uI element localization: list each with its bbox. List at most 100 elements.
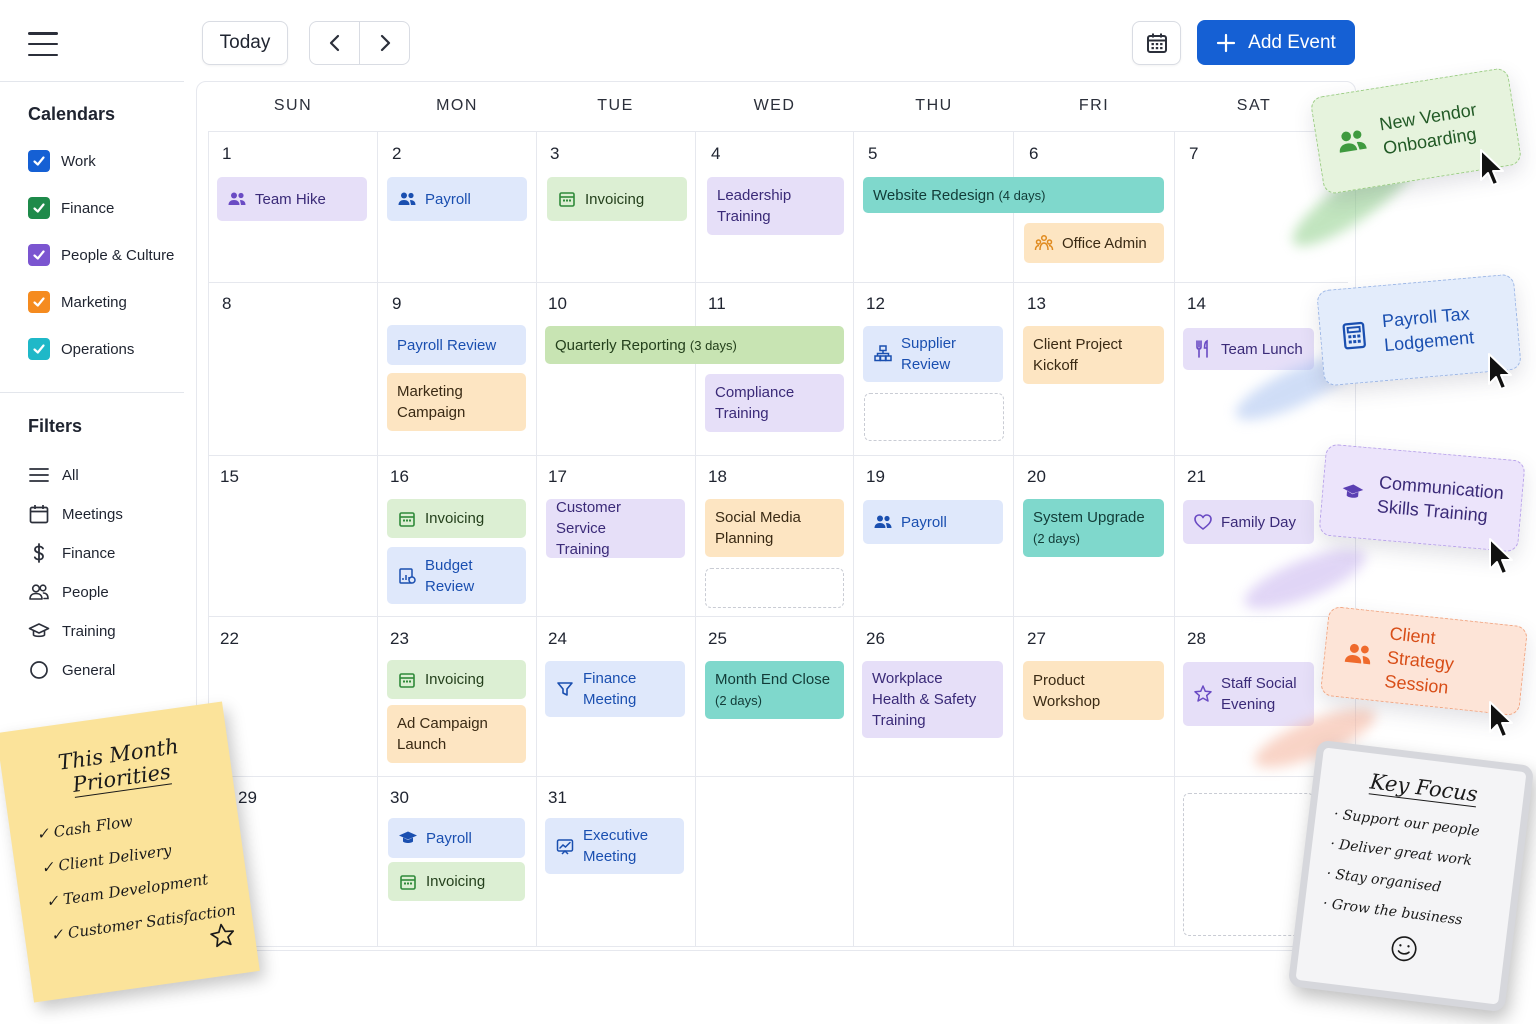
event-payroll[interactable]: Payroll [863, 500, 1003, 544]
focus-title-text: Key Focus [1368, 769, 1479, 808]
mouse-pointer-icon [1489, 701, 1513, 738]
floating-card-text: Payroll Tax Lodgement [1381, 301, 1475, 357]
day-number: 21 [1187, 467, 1206, 486]
graduation-cap-icon [399, 831, 417, 843]
event-website-redesign[interactable]: Website Redesign (4 days) [863, 177, 1164, 213]
event-workplace-health-safety-training[interactable]: Workplace Health & Safety Training [862, 661, 1003, 738]
filter-label: Finance [62, 544, 116, 562]
hamburger-menu-icon[interactable] [28, 32, 58, 56]
floating-card-text: New Vendor Onboarding [1378, 97, 1482, 160]
grid-line [377, 132, 378, 946]
event-customer-service-training[interactable]: Customer Service Training [546, 499, 685, 558]
day-number: 13 [1027, 294, 1046, 313]
calendar-toggle-marketing[interactable]: Marketing [28, 291, 127, 313]
checkbox-checked-icon [28, 150, 50, 172]
day-number: 10 [548, 294, 567, 313]
day-number: 7 [1189, 144, 1199, 163]
day-number: 28 [1187, 629, 1206, 648]
mouse-pointer-icon [1480, 149, 1504, 186]
event-product-workshop[interactable]: Product Workshop [1023, 661, 1164, 720]
calendar-toggle-people-culture[interactable]: People & Culture [28, 244, 174, 266]
event-title-block: Finance Meeting [583, 668, 636, 710]
grid-line [695, 132, 696, 946]
day-number: 1 [222, 144, 232, 163]
event-budget-review[interactable]: Budget Review [387, 547, 526, 604]
calendar-toggle-operations[interactable]: Operations [28, 338, 134, 360]
empty-event-slot[interactable] [705, 568, 844, 608]
event-title-line: Leadership [717, 187, 792, 204]
event-title-line: Compliance [715, 384, 795, 401]
weekday-header: WED [753, 97, 796, 114]
people-icon [29, 584, 49, 600]
event-ad-campaign-launch[interactable]: Ad Campaign Launch [387, 705, 526, 763]
event-quarterly-reporting[interactable]: Quarterly Reporting (3 days) [545, 326, 844, 364]
today-button[interactable]: Today [202, 21, 288, 65]
day-number: 18 [708, 467, 727, 486]
filter-training[interactable]: Training [28, 620, 116, 642]
filter-all[interactable]: All [28, 464, 79, 486]
event-finance-meeting[interactable]: Finance Meeting [545, 661, 685, 717]
day-number: 26 [866, 629, 885, 648]
event-title-line: Health & Safety [872, 691, 977, 708]
event-title-block: Supplier Review [901, 333, 956, 375]
event-marketing-campaign[interactable]: Marketing Campaign [387, 373, 526, 431]
event-duration: (2 days) [715, 693, 762, 708]
star-icon [210, 923, 235, 948]
event-leadership-training[interactable]: Leadership Training [707, 177, 844, 235]
graduation-cap-icon [28, 623, 50, 638]
month-navigation [309, 21, 410, 65]
event-payroll-review[interactable]: Payroll Review [387, 325, 526, 365]
filter-general[interactable]: General [28, 659, 115, 681]
filter-finance[interactable]: Finance [28, 542, 115, 564]
event-month-end-close[interactable]: Month End Close (2 days) [705, 661, 844, 719]
event-title: Payroll Review [397, 336, 497, 354]
day-number: 31 [548, 788, 567, 807]
event-system-upgrade[interactable]: System Upgrade (2 days) [1023, 499, 1164, 557]
event-team-hike[interactable]: Team Hike [217, 177, 367, 221]
calendar-picker-button[interactable] [1132, 21, 1181, 65]
event-client-project-kickoff[interactable]: Client Project Kickoff [1023, 326, 1164, 384]
star-icon [1194, 685, 1212, 702]
day-number: 12 [866, 294, 885, 313]
invoice-calendar-icon [400, 874, 416, 890]
people-icon [1339, 130, 1367, 153]
event-social-media-planning[interactable]: Social Media Planning [705, 499, 844, 557]
event-duration: (3 days) [689, 337, 737, 353]
event-invoicing[interactable]: Invoicing [547, 177, 687, 221]
day-number: 2 [392, 144, 402, 163]
event-family-day[interactable]: Family Day [1183, 500, 1314, 544]
calendar-toggle-finance[interactable]: Finance [28, 197, 114, 219]
filter-meetings[interactable]: Meetings [28, 503, 123, 525]
grid-line [208, 131, 1348, 132]
event-payroll[interactable]: Payroll [387, 177, 527, 221]
calendar-toggle-work[interactable]: Work [28, 150, 96, 172]
event-title-line: Campaign [397, 404, 466, 421]
add-event-button[interactable]: Add Event [1197, 20, 1355, 65]
calendar-label: Operations [61, 340, 135, 358]
event-title-line: Ad Campaign [397, 715, 488, 732]
event-staff-social-evening[interactable]: Staff Social Evening [1183, 662, 1314, 726]
next-month-button[interactable] [360, 22, 409, 64]
previous-month-button[interactable] [310, 22, 360, 64]
event-title-line: Finance [583, 670, 637, 687]
invoice-calendar-icon [399, 511, 415, 527]
event-invoicing[interactable]: Invoicing [387, 499, 526, 538]
empty-event-slot[interactable] [1183, 793, 1314, 936]
event-executive-meeting[interactable]: Executive Meeting [545, 818, 684, 874]
chevron-left-icon [329, 34, 339, 52]
list-icon [29, 468, 49, 482]
event-supplier-review[interactable]: Supplier Review [863, 326, 1003, 382]
empty-event-slot[interactable] [864, 393, 1004, 441]
event-office-admin[interactable]: Office Admin [1024, 223, 1164, 263]
event-team-lunch[interactable]: Team Lunch [1183, 328, 1314, 370]
event-title-block: Executive Meeting [583, 825, 648, 867]
filter-people[interactable]: People [28, 581, 109, 603]
grid-line [208, 455, 1348, 456]
event-title-line: Marketing [397, 383, 463, 400]
event-title-line: Client Project [1033, 336, 1123, 353]
event-payroll[interactable]: Payroll [388, 818, 525, 858]
event-invoicing[interactable]: Invoicing [388, 862, 525, 901]
event-compliance-training[interactable]: Compliance Training [705, 374, 844, 432]
event-invoicing[interactable]: Invoicing [387, 660, 526, 699]
day-number: 11 [708, 294, 726, 313]
